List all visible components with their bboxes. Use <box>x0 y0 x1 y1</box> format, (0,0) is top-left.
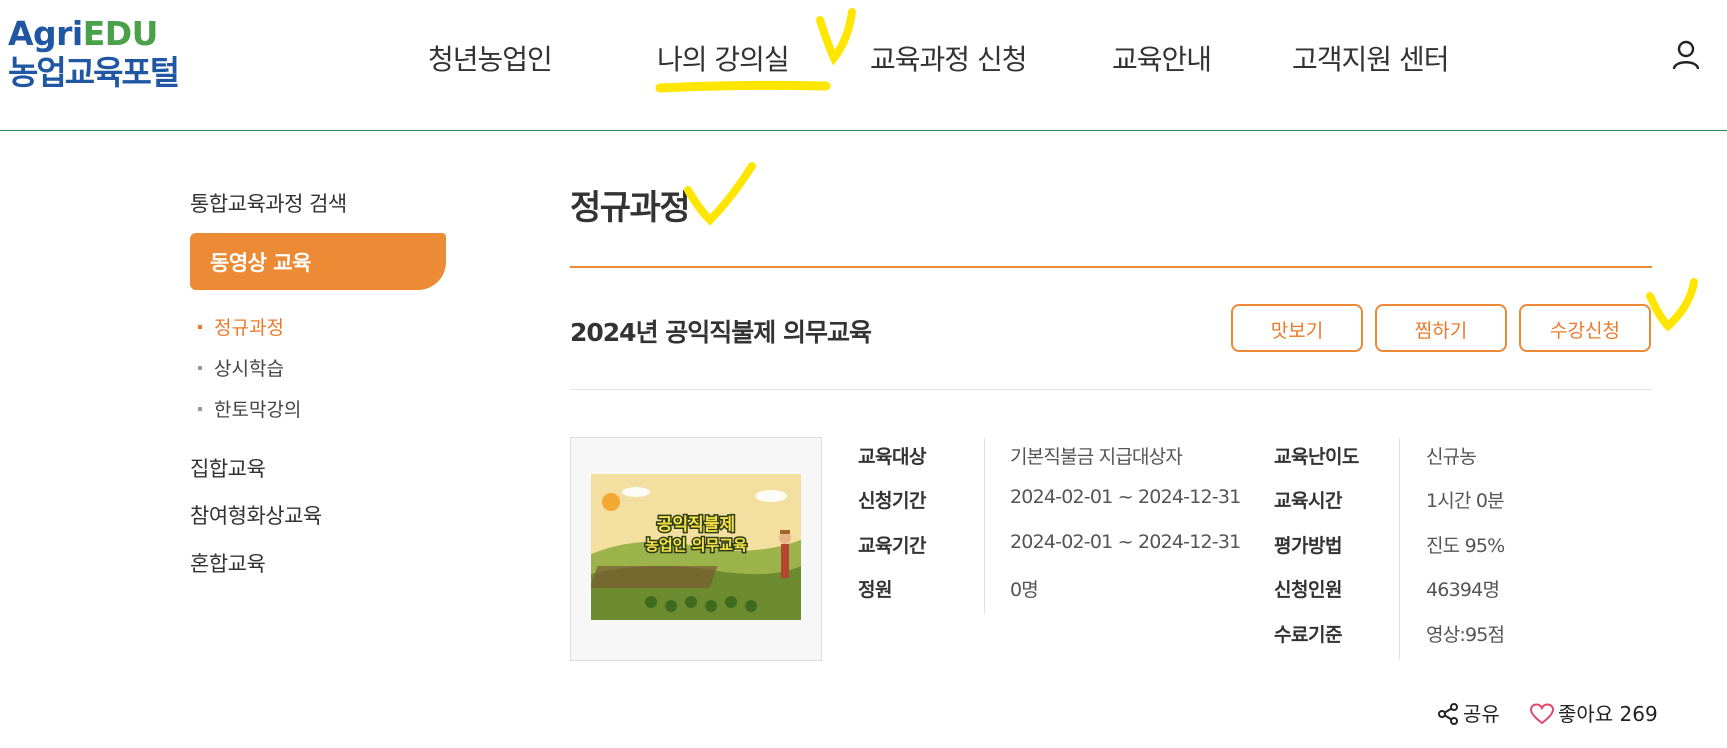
sidebar-item-integrated-search[interactable]: 통합교육과정 검색 <box>190 188 347 218</box>
like-button[interactable]: 좋아요 269 <box>1529 698 1658 727</box>
sidebar-item-label: 동영상 교육 <box>210 251 311 275</box>
info-label-capacity: 정원 <box>858 579 892 601</box>
sidebar-subitem-label: 한토막강의 <box>214 399 302 421</box>
bullet-dot <box>198 324 202 329</box>
thumbnail-title-line2: 농업인 의무교육 <box>645 536 747 554</box>
info-divider <box>984 438 985 614</box>
nav-youth-farmer[interactable]: 청년농업인 <box>428 38 553 78</box>
sidebar-item-blended[interactable]: 혼합교육 <box>190 548 266 578</box>
sidebar-item-video-education[interactable]: 동영상 교육 <box>190 233 446 290</box>
site-header: AgriEDU 농업교육포털 청년농업인 나의 강의실 교육과정 신청 교육안내… <box>0 0 1727 131</box>
share-label: 공유 <box>1463 702 1500 726</box>
share-icon <box>1438 703 1458 725</box>
info-divider <box>1399 438 1400 660</box>
info-label-target: 교육대상 <box>858 446 926 468</box>
nav-my-classroom[interactable]: 나의 강의실 <box>657 38 790 78</box>
info-value-difficulty: 신규농 <box>1426 446 1477 468</box>
logo-agri: Agri <box>8 14 83 53</box>
page-title: 정규과정 <box>570 188 691 228</box>
section-divider <box>570 389 1652 390</box>
sun-icon <box>602 493 620 511</box>
bullet-dot <box>198 406 202 411</box>
info-value-edu-period: 2024-02-01 ~ 2024-12-31 <box>1010 531 1241 553</box>
info-value-completion: 영상:95점 <box>1426 624 1505 646</box>
bullet-dot <box>198 365 202 370</box>
info-label-evaluation: 평가방법 <box>1274 535 1342 557</box>
info-value-duration: 1시간 0분 <box>1426 490 1505 512</box>
sidebar-subitem-label: 정규과정 <box>214 317 284 339</box>
sidebar-subitem-always[interactable]: 상시학습 <box>198 354 284 381</box>
logo-wordmark: AgriEDU <box>8 16 178 52</box>
info-label-completion: 수료기준 <box>1274 624 1342 646</box>
like-label: 좋아요 269 <box>1558 702 1658 726</box>
info-value-evaluation: 진도 95% <box>1426 535 1505 557</box>
heart-icon <box>1529 703 1555 725</box>
wishlist-button[interactable]: 찜하기 <box>1375 304 1507 352</box>
course-thumbnail-image: 공익직불제 농업인 의무교육 <box>591 474 801 620</box>
logo-edu: EDU <box>82 14 159 53</box>
nav-education-guide[interactable]: 교육안내 <box>1112 38 1212 78</box>
enroll-button[interactable]: 수강신청 <box>1519 304 1651 352</box>
title-divider <box>570 266 1652 268</box>
info-value-apply-period: 2024-02-01 ~ 2024-12-31 <box>1010 486 1241 508</box>
sidebar-subitem-regular[interactable]: 정규과정 <box>198 313 284 340</box>
info-label-edu-period: 교육기간 <box>858 535 926 557</box>
course-title: 2024년 공익직불제 의무교육 <box>570 318 872 347</box>
user-icon[interactable] <box>1672 40 1700 70</box>
sidebar-subitem-label: 상시학습 <box>214 358 284 380</box>
logo-subtitle: 농업교육포털 <box>8 53 180 92</box>
info-label-duration: 교육시간 <box>1274 490 1342 512</box>
thumbnail-title-line1: 공익직불제 <box>657 515 735 535</box>
info-value-applicants: 46394명 <box>1426 579 1500 601</box>
course-thumbnail: 공익직불제 농업인 의무교육 <box>570 437 822 661</box>
info-label-difficulty: 교육난이도 <box>1274 446 1359 468</box>
info-label-apply-period: 신청기간 <box>858 490 926 512</box>
preview-button[interactable]: 맛보기 <box>1231 304 1363 352</box>
nav-course-apply[interactable]: 교육과정 신청 <box>870 38 1027 78</box>
info-value-capacity: 0명 <box>1010 579 1039 601</box>
sidebar-item-group-education[interactable]: 집합교육 <box>190 453 266 483</box>
site-logo[interactable]: AgriEDU 농업교육포털 <box>8 16 180 94</box>
sidebar-subitem-short-lecture[interactable]: 한토막강의 <box>198 395 301 422</box>
nav-customer-support[interactable]: 고객지원 센터 <box>1292 38 1449 78</box>
share-button[interactable]: 공유 <box>1437 698 1500 727</box>
info-label-applicants: 신청인원 <box>1274 579 1342 601</box>
info-value-target: 기본직불금 지급대상자 <box>1010 446 1183 468</box>
sidebar-item-video-conference[interactable]: 참여형화상교육 <box>190 500 322 530</box>
